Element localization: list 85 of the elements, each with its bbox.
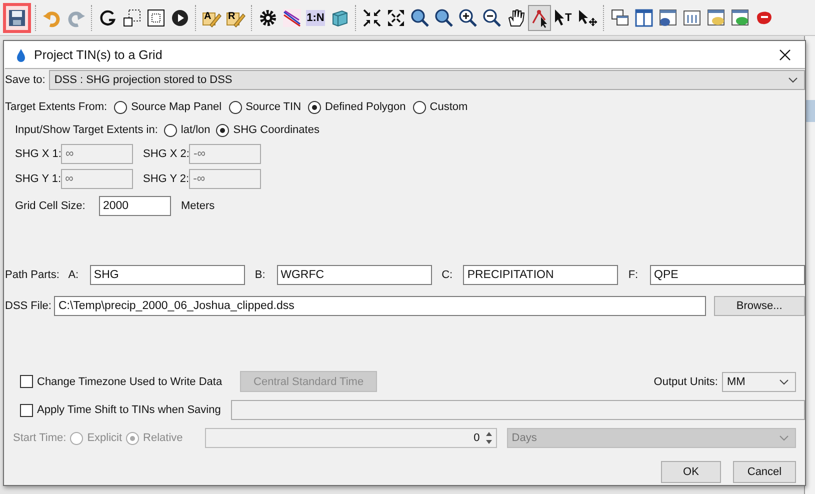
zoom-in-icon [458, 8, 478, 28]
expand-arrows-icon [386, 8, 406, 28]
field-label: SHG Y 1: [15, 173, 62, 185]
chevron-down-icon [788, 77, 798, 83]
radio-label: Custom [430, 101, 468, 113]
hand-icon [506, 8, 526, 28]
radio-label: Defined Polygon [325, 101, 406, 113]
radio-label: lat/lon [180, 124, 210, 136]
dashed-square-icon [122, 8, 142, 28]
input-field[interactable]: 2000 [99, 196, 171, 216]
checkbox-label: Apply Time Shift to TINs when Saving [37, 404, 221, 416]
field-label: Save to: [5, 74, 46, 86]
checkbox-label: Change Timezone Used to Write Data [37, 376, 222, 388]
cascade-windows-icon [610, 8, 630, 28]
radio-button[interactable] [228, 100, 242, 114]
input-field[interactable]: QPE [650, 265, 806, 285]
columns-icon [634, 8, 654, 28]
radio-option[interactable]: Source TIN [228, 100, 302, 114]
frame-icon [146, 8, 166, 28]
field-label: DSS File: [5, 300, 52, 312]
vertex-select-icon [530, 8, 550, 28]
radio-option[interactable]: lat/lon [164, 124, 210, 136]
input-field[interactable]: SHG [90, 265, 245, 285]
input-field[interactable] [230, 400, 805, 420]
water-drop-icon [16, 48, 26, 62]
unit-label: Meters [181, 200, 215, 212]
field-label: Output Units: [654, 376, 718, 388]
input-field[interactable]: C:\Temp\precip_2000_06_Joshua_clipped.dss [54, 296, 706, 316]
toolbar-button[interactable]: T [552, 4, 575, 30]
checkbox[interactable] [20, 404, 33, 416]
part-label: C: [442, 269, 454, 281]
radio-option[interactable]: SHG Coordinates [216, 124, 320, 136]
field-label: Target Extents From: [5, 101, 108, 113]
toolbar-button[interactable] [528, 4, 551, 30]
radio-button[interactable] [412, 100, 426, 114]
radio-button[interactable] [216, 124, 230, 136]
radio-label: Source Map Panel [131, 101, 222, 113]
radio-button[interactable] [114, 100, 128, 114]
chevron-down-icon [778, 435, 789, 441]
map-window-icon [730, 8, 750, 28]
field-label: SHG X 1: [15, 148, 62, 160]
checkbox[interactable] [20, 375, 33, 388]
selected-cell [806, 100, 815, 122]
field-label: SHG Y 2: [143, 173, 190, 185]
map-window-icon [706, 8, 726, 28]
part-label: F: [628, 269, 640, 281]
cursor-icon [554, 9, 565, 26]
radio-option[interactable]: Custom [412, 100, 468, 114]
dialog-button[interactable]: OK [661, 461, 721, 483]
settings-icon [258, 8, 278, 28]
toolbar-button[interactable]: R [224, 4, 247, 30]
part-label: B: [254, 269, 266, 281]
input-field[interactable]: PRECIPITATION [463, 265, 618, 285]
line-graph-icon [282, 8, 302, 28]
play-icon [170, 8, 190, 28]
toolbar-button[interactable] [3, 2, 31, 32]
window-title: Project TIN(s) to a Grid [34, 48, 162, 62]
dialog-button[interactable]: Cancel [733, 461, 796, 483]
radio-label: Source TIN [246, 101, 302, 113]
part-label: A: [68, 269, 80, 281]
move-cursor-icon [578, 8, 598, 28]
units-dropdown[interactable]: MM [722, 372, 796, 392]
input-field[interactable]: WGRFC [276, 265, 432, 285]
radio-button[interactable] [308, 100, 322, 114]
radio-label: SHG Coordinates [233, 124, 320, 136]
radio-option[interactable]: Source Map Panel [114, 100, 222, 114]
field-label: Path Parts: [5, 269, 60, 281]
field-label: Input/Show Target Extents in: [15, 124, 158, 136]
chevron-down-icon [779, 378, 789, 384]
field-label: Grid Cell Size: [15, 200, 86, 212]
field-label: SHG X 2: [143, 148, 190, 160]
table-icon [682, 8, 702, 28]
zoom-out-icon [482, 8, 502, 28]
search-icon [434, 8, 454, 28]
close-icon [779, 48, 791, 60]
field-label: Start Time: [13, 432, 66, 444]
browse-button[interactable]: Browse... [714, 296, 805, 316]
collapse-arrows-icon [362, 8, 382, 28]
save-to-dropdown[interactable]: DSS : SHG projection stored to DSS [49, 70, 805, 90]
search-icon [410, 8, 430, 28]
radio-button[interactable] [164, 124, 177, 136]
radio-label: Relative [143, 432, 183, 444]
radio-option[interactable]: Defined Polygon [308, 100, 406, 114]
radio-label: Explicit [87, 432, 122, 444]
toolbar-button[interactable]: A [200, 4, 223, 30]
